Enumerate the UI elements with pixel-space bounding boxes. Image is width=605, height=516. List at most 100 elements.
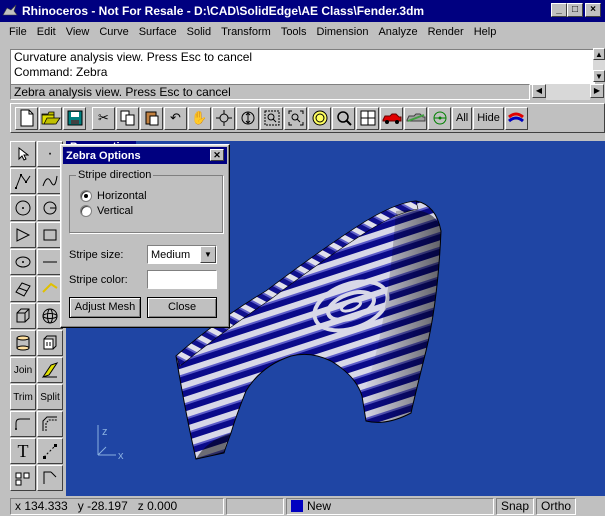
close-window-button[interactable]: × (585, 3, 601, 17)
scroll-down-icon[interactable]: ▼ (593, 70, 605, 82)
new-file-icon[interactable] (15, 106, 38, 130)
shade-icon[interactable] (504, 106, 528, 130)
menu-file[interactable]: File (4, 26, 32, 38)
menu-bar: File Edit View Curve Surface Solid Trans… (0, 22, 605, 41)
minimize-button[interactable]: _ (551, 3, 567, 17)
rhino-app-icon[interactable] (2, 3, 18, 19)
four-viewports-icon[interactable] (356, 106, 379, 130)
snap-grid-icon[interactable] (37, 465, 63, 491)
menu-help[interactable]: Help (469, 26, 502, 38)
join-button[interactable]: Join (10, 357, 36, 383)
surface-corners-icon[interactable] (10, 276, 36, 302)
history-scrollbar[interactable]: ▲ ▼ (593, 48, 605, 84)
trim-button[interactable]: Trim (10, 384, 36, 410)
current-layer[interactable]: New (286, 498, 494, 515)
radio-label: Horizontal (97, 190, 147, 202)
radio-label: Vertical (97, 205, 134, 217)
open-folder-icon[interactable] (39, 106, 62, 130)
window-controls: _ □ × (551, 3, 601, 17)
group-icon[interactable] (10, 465, 36, 491)
zoom-target-icon[interactable] (284, 106, 307, 130)
ellipse-icon[interactable] (10, 249, 36, 275)
pan-hand-icon[interactable]: ✋ (188, 106, 211, 130)
car-icon[interactable] (380, 106, 403, 130)
chevron-down-icon[interactable]: ▼ (200, 246, 216, 263)
menu-solid[interactable]: Solid (182, 26, 216, 38)
menu-analyze[interactable]: Analyze (373, 26, 422, 38)
zoom-extents-icon[interactable] (332, 106, 355, 130)
dimension-icon[interactable] (37, 438, 63, 464)
undo-icon[interactable]: ↶ (164, 106, 187, 130)
radio-unselected-icon[interactable] (80, 205, 92, 217)
left-toolbar: · Join Trim Split T (10, 141, 66, 496)
select-arrow-icon[interactable] (10, 141, 36, 167)
stripe-size-select[interactable]: Medium ▼ (147, 245, 217, 264)
osnap-icon[interactable] (428, 106, 451, 130)
ortho-toggle[interactable]: Ortho (536, 498, 577, 515)
menu-surface[interactable]: Surface (134, 26, 182, 38)
coord-y: y -28.197 (77, 499, 128, 513)
menu-dimension[interactable]: Dimension (312, 26, 374, 38)
menu-render[interactable]: Render (423, 26, 469, 38)
command-prompt[interactable]: Zebra analysis view. Press Esc to cancel (10, 84, 530, 100)
group-label: Stripe direction (76, 169, 154, 181)
command-history[interactable]: Curvature analysis view. Press Esc to ca… (10, 49, 595, 85)
maximize-button[interactable]: □ (567, 3, 583, 17)
fillet-icon[interactable] (10, 411, 36, 437)
stripe-color-label: Stripe color: (69, 274, 128, 286)
prompt-scrollbar[interactable]: ◀ ▶ (532, 84, 604, 100)
explode-icon[interactable] (37, 357, 63, 383)
menu-transform[interactable]: Transform (216, 26, 276, 38)
stripe-color-swatch[interactable] (147, 270, 217, 289)
dialog-title[interactable]: Zebra Options (63, 147, 227, 164)
stripe-size-label: Stripe size: (69, 249, 124, 261)
scroll-track (593, 60, 605, 70)
select-all-button[interactable]: All (452, 106, 473, 130)
save-icon[interactable] (63, 106, 86, 130)
title-bar: Rhinoceros - Not For Resale - D:\CAD\Sol… (0, 0, 605, 22)
radio-selected-icon[interactable] (80, 190, 92, 202)
polyline-icon[interactable] (10, 168, 36, 194)
select-value: Medium (151, 248, 191, 261)
rotate-view-icon[interactable] (212, 106, 235, 130)
close-button[interactable]: Close (147, 297, 217, 318)
scroll-track (546, 84, 590, 100)
scroll-left-icon[interactable]: ◀ (532, 84, 546, 98)
box-solid-icon[interactable] (10, 303, 36, 329)
copy-icon[interactable] (116, 106, 139, 130)
status-bar: x 134.333 y -28.197 z 0.000 New Snap Ort… (10, 497, 605, 516)
window-title: Rhinoceros - Not For Resale - D:\CAD\Sol… (22, 4, 425, 18)
circle-icon[interactable] (10, 195, 36, 221)
polygon-icon[interactable] (10, 222, 36, 248)
dialog-close-icon[interactable]: ✕ (210, 149, 224, 161)
paste-icon[interactable] (140, 106, 163, 130)
menu-curve[interactable]: Curve (94, 26, 133, 38)
menu-view[interactable]: View (61, 26, 95, 38)
radio-vertical[interactable]: Vertical (80, 205, 133, 217)
cut-icon[interactable]: ✂ (92, 106, 115, 130)
render-preview-icon[interactable] (404, 106, 427, 130)
chamfer-icon[interactable] (37, 411, 63, 437)
layer-color-swatch (291, 500, 303, 512)
scroll-up-icon[interactable]: ▲ (593, 48, 605, 60)
history-line: Command: Zebra (14, 65, 108, 79)
hide-button[interactable]: Hide (473, 106, 504, 130)
extrude-icon[interactable] (37, 330, 63, 356)
zoom-dynamic-icon[interactable] (236, 106, 259, 130)
scroll-right-icon[interactable]: ▶ (590, 84, 604, 98)
coord-x: x 134.333 (15, 499, 68, 513)
cylinder-solid-icon[interactable] (10, 330, 36, 356)
zoom-window-icon[interactable] (260, 106, 283, 130)
menu-tools[interactable]: Tools (276, 26, 312, 38)
snap-toggle[interactable]: Snap (496, 498, 535, 515)
zebra-options-dialog: Zebra Options ✕ Stripe direction Horizon… (60, 144, 230, 328)
text-icon[interactable]: T (10, 438, 36, 464)
menu-edit[interactable]: Edit (32, 26, 61, 38)
adjust-mesh-button[interactable]: Adjust Mesh (69, 297, 141, 318)
stripe-direction-group: Stripe direction Horizontal Vertical (69, 169, 223, 233)
zoom-selected-icon[interactable] (308, 106, 331, 130)
radio-horizontal[interactable]: Horizontal (80, 190, 147, 202)
split-button[interactable]: Split (37, 384, 63, 410)
coordinates-readout: x 134.333 y -28.197 z 0.000 (10, 498, 224, 515)
layer-name: New (307, 499, 332, 513)
